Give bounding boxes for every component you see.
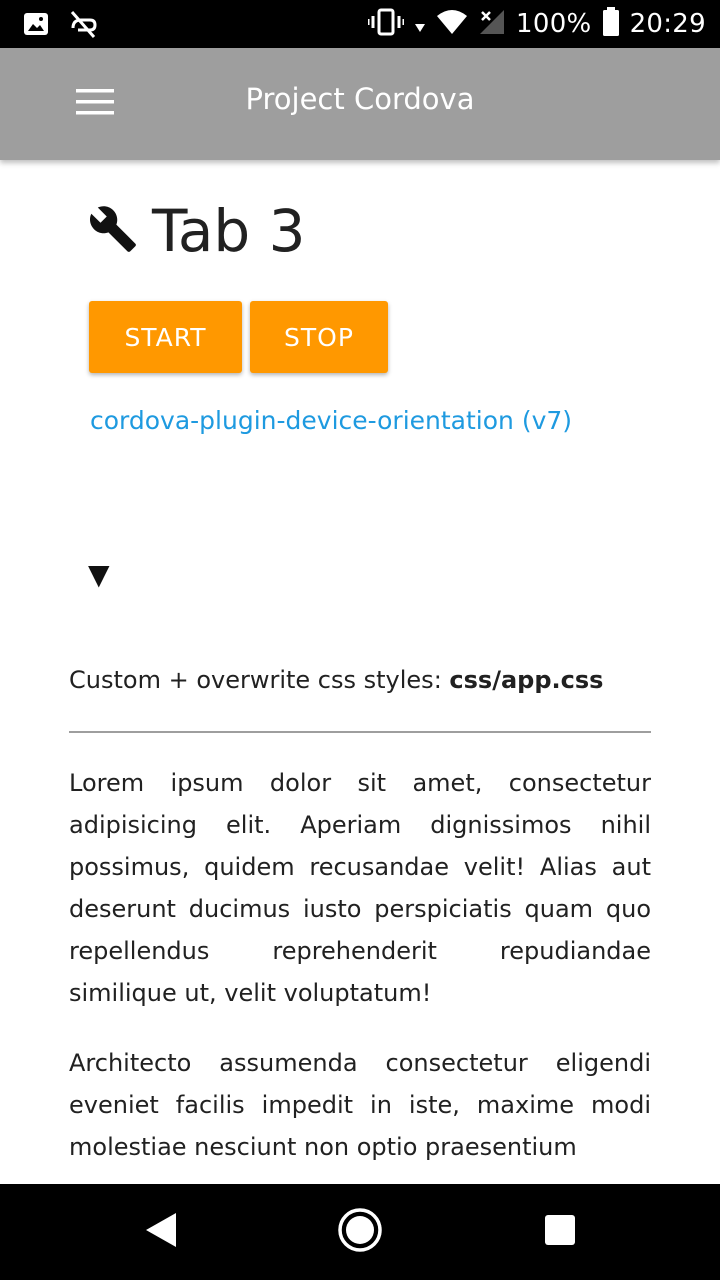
- stop-button[interactable]: STOP: [250, 301, 388, 373]
- wrench-icon: [88, 204, 138, 259]
- recents-button[interactable]: [536, 1208, 584, 1256]
- wifi-icon: [436, 8, 468, 41]
- status-bar: 100% 20:29: [0, 0, 720, 48]
- main-content[interactable]: Tab 3 START STOP cordova-plugin-device-o…: [0, 160, 720, 1184]
- data-arrow-icon: [414, 8, 426, 41]
- home-icon: [337, 1207, 383, 1258]
- back-icon: [140, 1210, 180, 1255]
- recents-icon: [544, 1214, 576, 1251]
- app-bar: Project Cordova: [0, 48, 720, 160]
- plugin-link[interactable]: cordova-plugin-device-orientation (v7): [90, 406, 572, 435]
- vibrate-icon: [366, 8, 406, 41]
- body-paragraph: Lorem ipsum dolor sit amet, consectetur …: [69, 769, 651, 1007]
- back-button[interactable]: [136, 1208, 184, 1256]
- css-note: Custom + overwrite css styles: css/app.c…: [69, 666, 603, 694]
- battery-icon: [602, 6, 620, 42]
- battery-percent: 100%: [516, 9, 592, 39]
- body-paragraph: Architecto assumenda consectetur eligend…: [69, 1049, 651, 1161]
- tab-heading: Tab 3: [88, 202, 306, 260]
- css-note-file: css/app.css: [449, 666, 604, 694]
- home-button[interactable]: [336, 1207, 384, 1258]
- image-icon: [22, 10, 50, 43]
- navigation-bar: [0, 1184, 720, 1280]
- button-row: START STOP: [89, 301, 388, 373]
- status-time: 20:29: [629, 9, 706, 39]
- divider: [69, 731, 651, 733]
- no-signal-icon: [478, 8, 506, 41]
- start-button[interactable]: START: [89, 301, 242, 373]
- app-title: Project Cordova: [245, 82, 475, 116]
- tab-title: Tab 3: [152, 197, 306, 265]
- css-note-prefix: Custom + overwrite css styles:: [69, 666, 450, 694]
- collapse-toggle-arrow[interactable]: ▼: [88, 558, 110, 591]
- sync-disabled-icon: [68, 10, 98, 43]
